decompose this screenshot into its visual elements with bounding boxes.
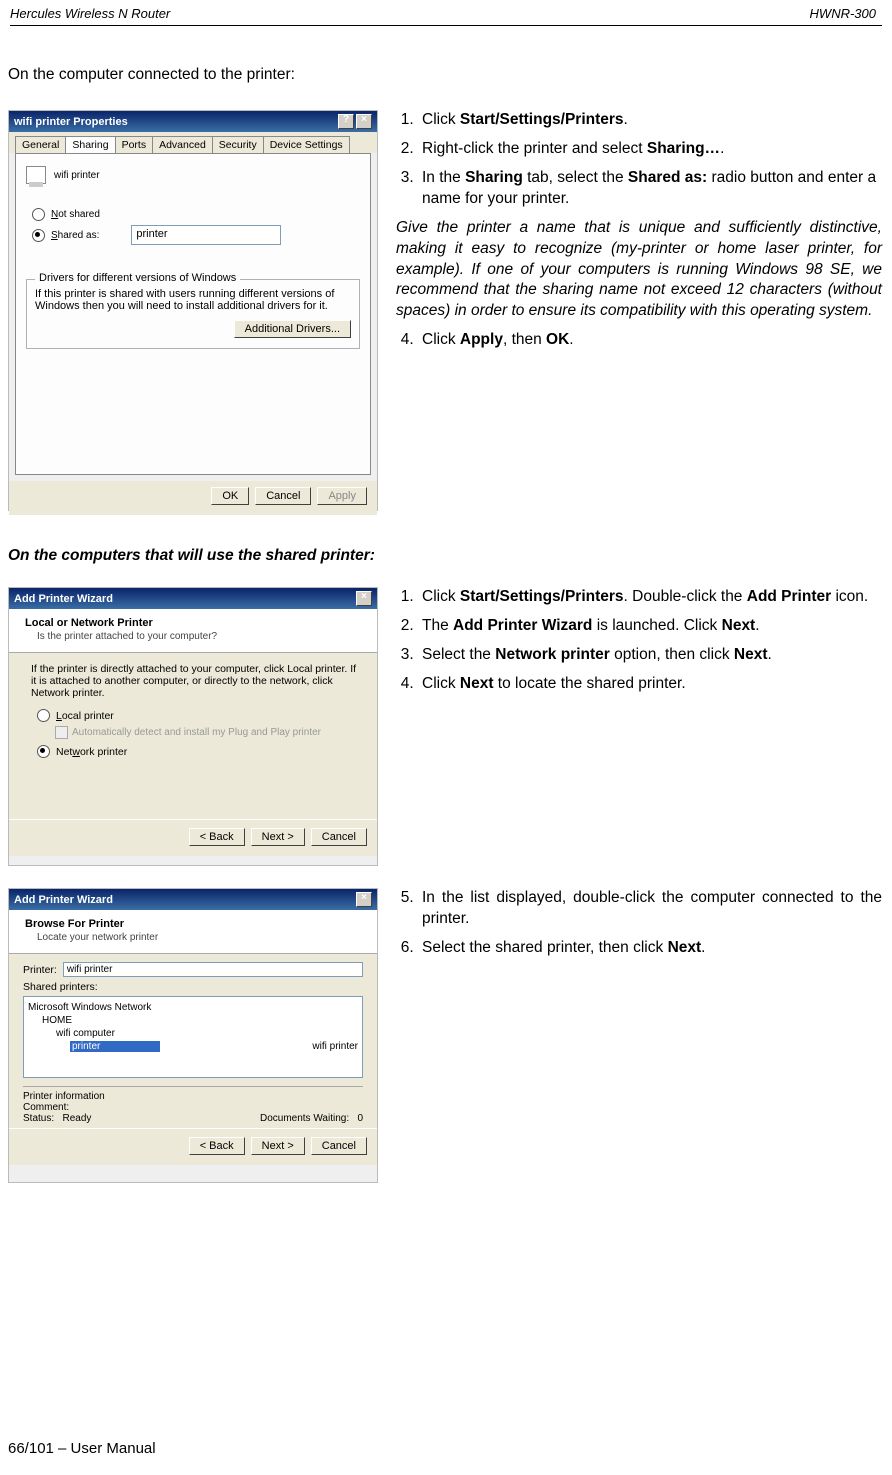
tab-security[interactable]: Security (212, 136, 264, 153)
wizard2-next-button[interactable]: Next > (251, 1137, 305, 1155)
add-printer-wizard-1: Add Printer Wizard × Local or Network Pr… (8, 587, 378, 866)
tab-ports[interactable]: Ports (115, 136, 154, 153)
section1-note: Give the printer a name that is unique a… (396, 218, 882, 323)
section1-title: On the computer connected to the printer… (8, 66, 882, 84)
radio-shared-as[interactable] (32, 229, 45, 242)
tree-selected-printer-desc: wifi printer (312, 1041, 358, 1052)
tab-advanced[interactable]: Advanced (152, 136, 213, 153)
drivers-groupbox-title: Drivers for different versions of Window… (35, 272, 240, 284)
step-3: In the Sharing tab, select the Shared as… (418, 168, 882, 210)
step2-5: In the list displayed, double-click the … (418, 888, 882, 930)
tree-computer[interactable]: wifi computer (56, 1028, 115, 1039)
step2-4: Click Next to locate the shared printer. (418, 674, 882, 695)
step-2: Right-click the printer and select Shari… (418, 139, 882, 160)
shared-printers-tree[interactable]: Microsoft Windows Network HOME wifi comp… (23, 996, 363, 1078)
tree-selected-printer[interactable]: printer (70, 1041, 160, 1052)
wizard1-subheading: Is the printer attached to your computer… (37, 631, 365, 642)
printer-properties-dialog: wifi printer Properties ? × General Shar… (8, 110, 378, 511)
ok-button[interactable]: OK (211, 487, 249, 505)
status-value: Ready (62, 1113, 91, 1124)
step2-3: Select the Network printer option, then … (418, 645, 882, 666)
radio-not-shared-label: Not shared (51, 209, 100, 220)
section2-instructions-a: Click Start/Settings/Printers. Double-cl… (396, 587, 882, 703)
status-label: Status: (23, 1113, 54, 1124)
radio-network-printer[interactable] (37, 745, 50, 758)
cancel-button[interactable]: Cancel (255, 487, 311, 505)
tab-device-settings[interactable]: Device Settings (263, 136, 350, 153)
page-footer: 66/101 – User Manual (8, 1440, 156, 1457)
wizard1-cancel-button[interactable]: Cancel (311, 828, 367, 846)
wizard1-next-button[interactable]: Next > (251, 828, 305, 846)
step-1: Click Start/Settings/Printers. (418, 110, 882, 131)
wizard2-subheading: Locate your network printer (37, 932, 365, 943)
tab-sharing[interactable]: Sharing (65, 136, 115, 153)
wizard1-body-text: If the printer is directly attached to y… (31, 663, 363, 699)
radio-local-printer-label: Local printer (56, 710, 114, 722)
wizard1-close-button[interactable]: × (356, 591, 372, 606)
wizard1-back-button[interactable]: < Back (189, 828, 245, 846)
radio-shared-as-label: Shared as: (51, 230, 99, 241)
radio-not-shared[interactable] (32, 208, 45, 221)
docs-waiting-value: 0 (357, 1113, 363, 1124)
tab-general[interactable]: General (15, 136, 66, 153)
tree-root[interactable]: Microsoft Windows Network (28, 1002, 151, 1013)
apply-button[interactable]: Apply (317, 487, 367, 505)
wizard2-back-button[interactable]: < Back (189, 1137, 245, 1155)
printer-field[interactable]: wifi printer (63, 962, 363, 977)
printer-name-label: wifi printer (54, 170, 100, 181)
radio-network-printer-label: Network printer (56, 746, 127, 758)
additional-drivers-button[interactable]: Additional Drivers... (234, 320, 351, 338)
section2-instructions-b: In the list displayed, double-click the … (396, 888, 882, 967)
wizard2-cancel-button[interactable]: Cancel (311, 1137, 367, 1155)
dialog-title: wifi printer Properties (14, 116, 128, 128)
docs-waiting-label: Documents Waiting: (260, 1113, 349, 1124)
shared-as-input[interactable]: printer (131, 225, 281, 245)
step2-2: The Add Printer Wizard is launched. Clic… (418, 616, 882, 637)
shared-printers-label: Shared printers: (23, 981, 363, 993)
printer-field-label: Printer: (23, 964, 57, 976)
close-button[interactable]: × (356, 114, 372, 129)
wizard2-heading: Browse For Printer (25, 918, 124, 930)
comment-label: Comment: (23, 1102, 363, 1113)
step2-1: Click Start/Settings/Printers. Double-cl… (418, 587, 882, 608)
drivers-group-text: If this printer is shared with users run… (35, 288, 351, 312)
wizard2-close-button[interactable]: × (356, 892, 372, 907)
checkbox-autodetect (55, 726, 68, 739)
help-button[interactable]: ? (338, 114, 354, 129)
step-4: Click Apply, then OK. (418, 330, 882, 351)
wizard1-heading: Local or Network Printer (25, 617, 153, 629)
step2-6: Select the shared printer, then click Ne… (418, 938, 882, 959)
header-right: HWNR-300 (810, 6, 876, 21)
checkbox-autodetect-label: Automatically detect and install my Plug… (72, 727, 321, 738)
section2-title: On the computers that will use the share… (8, 547, 882, 565)
radio-local-printer[interactable] (37, 709, 50, 722)
printer-icon (26, 166, 46, 184)
tree-home[interactable]: HOME (42, 1015, 72, 1026)
wizard1-title: Add Printer Wizard (14, 593, 113, 605)
printer-info-title: Printer information (23, 1091, 363, 1102)
add-printer-wizard-2: Add Printer Wizard × Browse For Printer … (8, 888, 378, 1183)
section1-instructions: Click Start/Settings/Printers. Right-cli… (396, 110, 882, 359)
wizard2-title: Add Printer Wizard (14, 894, 113, 906)
header-left: Hercules Wireless N Router (10, 6, 170, 21)
drivers-groupbox: Drivers for different versions of Window… (26, 279, 360, 349)
